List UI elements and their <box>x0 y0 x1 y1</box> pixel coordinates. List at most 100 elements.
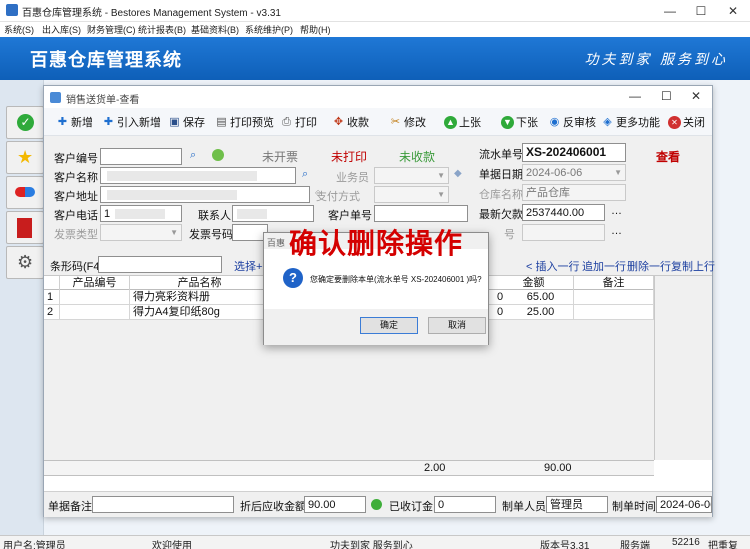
contact-label: 联系人 <box>198 210 231 222</box>
delete-row-link[interactable]: 删除一行 <box>627 258 671 274</box>
sidebar-button-star[interactable]: ★ <box>6 141 44 174</box>
more-dots-icon[interactable]: … <box>611 225 622 237</box>
customer-phone-input[interactable]: 1 <box>100 205 182 222</box>
toolbar-print-preview-button[interactable]: ▤ 打印预览 <box>215 114 274 130</box>
grid-header-index <box>44 276 60 290</box>
toolbar-new-button[interactable]: ✚ 新增 <box>56 114 93 130</box>
grid-scroll-area[interactable] <box>654 276 712 460</box>
minimize-button[interactable]: — <box>655 2 685 20</box>
preview-icon: ▤ <box>216 115 227 128</box>
extra-input[interactable] <box>522 224 605 241</box>
balance-input[interactable]: 2537440.00 <box>522 204 605 221</box>
chevron-down-icon: ▼ <box>437 190 445 199</box>
floppy-icon: ▣ <box>169 115 180 128</box>
arrow-up-icon: ▲ <box>444 115 457 129</box>
made-time-input[interactable]: 2024-06-06 <box>656 496 712 513</box>
append-row-link[interactable]: 追加一行 <box>582 258 626 274</box>
arrow-down-icon: ▼ <box>501 115 514 129</box>
cancel-button[interactable]: 取消 <box>428 317 486 334</box>
toolbar-collect-button[interactable]: ✥ 收款 <box>332 114 369 130</box>
contact-input[interactable] <box>232 205 314 222</box>
menu-maintenance[interactable]: 系统维护(P) <box>245 23 293 36</box>
window-title: 百惠仓库管理系统 - Bestores Management System - … <box>22 8 281 19</box>
customer-order-input[interactable] <box>374 205 468 222</box>
toolbar-import-new-button[interactable]: ✚ 引入新增 <box>102 114 161 130</box>
serial-input[interactable]: XS-202406001 <box>522 143 626 162</box>
menu-system[interactable]: 系统(S) <box>4 23 34 36</box>
menu-basic-data[interactable]: 基础资料(B) <box>191 23 239 36</box>
toolbar-next-button[interactable]: ▼ 下张 <box>501 114 538 130</box>
grid-header-name: 产品名称 <box>130 276 270 290</box>
balance-label: 最新欠款 <box>479 209 523 221</box>
app-icon <box>6 4 18 16</box>
sidebar-button-settings[interactable]: ⚙ <box>6 246 44 279</box>
child-maximize-button[interactable]: ☐ <box>661 89 672 103</box>
barcode-input[interactable] <box>98 256 222 273</box>
more-dots-icon[interactable]: … <box>611 205 622 217</box>
banner-title: 百惠仓库管理系统 <box>30 50 182 70</box>
status-welcome: 欢迎使用 <box>152 541 192 549</box>
salesman-label: 业务员 <box>336 172 369 184</box>
payment-method-select[interactable]: ▼ <box>374 186 449 203</box>
search-icon[interactable]: ⌕ <box>302 168 308 181</box>
deposit-input[interactable]: 0 <box>434 496 496 513</box>
plus-icon: ✚ <box>103 115 114 128</box>
grid-header-code: 产品编号 <box>60 276 130 290</box>
maximize-button[interactable]: ☐ <box>686 2 716 20</box>
search-icon[interactable]: ⌕ <box>190 149 196 162</box>
status-slogan: 功夫到家 服务到心 <box>330 541 413 549</box>
sidebar-button-check[interactable]: ✓ <box>6 106 44 139</box>
insert-row-link[interactable]: < 插入一行 <box>526 258 579 274</box>
toolbar-unapprove-button[interactable]: ◉ 反审核 <box>548 114 596 130</box>
discount-input[interactable]: 90.00 <box>304 496 366 513</box>
customer-code-input[interactable] <box>100 148 182 165</box>
toolbar-prev-button[interactable]: ▲ 上张 <box>444 114 481 130</box>
status-dot-icon <box>371 499 382 510</box>
chevron-down-icon: ▼ <box>437 171 445 180</box>
creator-label: 制单人员 <box>502 501 546 513</box>
view-mode-label: 查看 <box>656 150 681 164</box>
toolbar-edit-button[interactable]: ✂ 修改 <box>389 114 426 130</box>
sidebar-button-book[interactable] <box>6 211 44 244</box>
invoice-type-select[interactable]: ▼ <box>100 224 182 241</box>
menu-reports[interactable]: 统计报表(B) <box>138 23 186 36</box>
refresh-icon[interactable] <box>212 149 224 161</box>
chevron-down-icon: ▼ <box>170 228 178 237</box>
child-close-button[interactable]: ✕ <box>691 89 701 103</box>
eraser-icon[interactable]: ◆ <box>454 168 462 179</box>
printer-icon: ⎙ <box>282 115 291 128</box>
remark-input[interactable] <box>92 496 234 513</box>
toolbar: ✚ 新增 ✚ 引入新增 ▣ 保存 ▤ 打印预览 ⎙ 打印 ✥ 收款 ✂ 修改 ▲ 上张 ▼ 下张 … <box>44 108 712 136</box>
salesman-select[interactable]: ▼ <box>374 167 449 184</box>
redacted-block <box>107 171 257 181</box>
discount-label: 折后应收金额 <box>240 501 306 513</box>
toolbar-close-button[interactable]: ✕ 关闭 <box>668 114 705 130</box>
creator-input[interactable]: 管理员 <box>546 496 608 513</box>
child-minimize-button[interactable]: — <box>629 89 641 103</box>
close-button[interactable]: ✕ <box>718 2 748 20</box>
toolbar-save-button[interactable]: ▣ 保存 <box>168 114 205 130</box>
menu-bar: 系统(S) 出入库(S) 财务管理(C) 统计报表(B) 基础资料(B) 系统维… <box>0 22 750 37</box>
status-version: 版本号3.31 <box>540 541 590 549</box>
main-titlebar: 百惠仓库管理系统 - Bestores Management System - … <box>0 0 750 22</box>
copy-row-link[interactable]: 复制上行 <box>671 258 715 274</box>
date-input[interactable]: 2024-06-06 ▼ <box>522 164 626 181</box>
close-icon: ✕ <box>668 115 681 129</box>
pills-icon <box>15 187 35 197</box>
confirm-button[interactable]: 确定 <box>360 317 418 334</box>
child-titlebar: 销售送货单-查看 — ☐ ✕ <box>44 86 712 108</box>
menu-finance[interactable]: 财务管理(C) <box>87 23 136 36</box>
toolbar-more-button[interactable]: ◈ 更多功能 <box>601 114 660 130</box>
warehouse-select[interactable]: 产品仓库 <box>522 184 626 201</box>
customer-name-input[interactable] <box>100 167 296 184</box>
deposit-label: 已收订金 <box>389 501 433 513</box>
diamond-icon: ◇ <box>315 188 322 197</box>
menu-stock[interactable]: 出入库(S) <box>42 23 81 36</box>
status-user: 用户名:管理员 <box>3 541 66 549</box>
sidebar-button-pills[interactable] <box>6 176 44 209</box>
menu-help[interactable]: 帮助(H) <box>300 23 331 36</box>
toolbar-print-button[interactable]: ⎙ 打印 <box>280 114 317 130</box>
customer-address-input[interactable] <box>100 186 310 203</box>
edit-icon: ✂ <box>390 115 401 128</box>
sidebar: ✓ ★ ⚙ <box>0 80 44 535</box>
